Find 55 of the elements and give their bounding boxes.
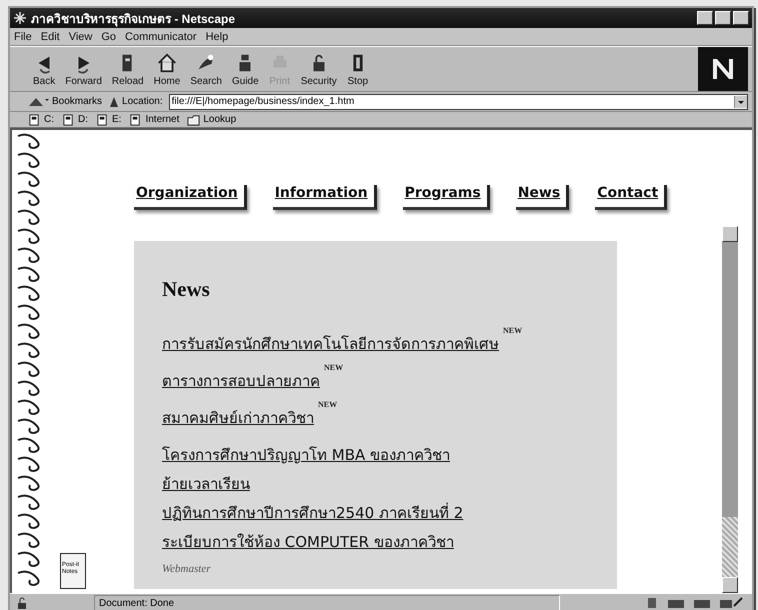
home-icon bbox=[156, 51, 178, 75]
personal-toolbar-link[interactable]: E: bbox=[112, 114, 122, 125]
new-label: NEW bbox=[324, 363, 344, 372]
nav-link[interactable]: Programs bbox=[402, 185, 490, 210]
toolbar-button[interactable]: Forward bbox=[60, 49, 107, 89]
menu-item[interactable]: Help bbox=[206, 30, 228, 42]
news-link[interactable]: สมาคมศิษย์เก่าภาควิชา bbox=[162, 406, 314, 430]
close-button[interactable] bbox=[733, 11, 749, 25]
page-icon bbox=[28, 112, 41, 126]
nav-link[interactable]: Information bbox=[272, 185, 377, 210]
news-link[interactable]: โครงการศึกษาปริญญาโท MBA ของภาควิชา bbox=[162, 443, 450, 467]
toolbar-button[interactable]: Reload bbox=[106, 49, 149, 89]
status-text: Document: Done bbox=[94, 595, 560, 610]
menu-item[interactable]: Communicator bbox=[125, 30, 197, 42]
minimize-button[interactable] bbox=[697, 11, 713, 25]
window-title: ภาควิชาบริหารธุรกิจเกษตร - Netscape bbox=[31, 10, 236, 28]
personal-toolbar-link[interactable]: D: bbox=[78, 114, 88, 125]
toolbar-button[interactable]: Home bbox=[148, 49, 186, 89]
personal-toolbar-link[interactable]: C: bbox=[44, 114, 54, 125]
vertical-scrollbar[interactable] bbox=[722, 226, 738, 593]
bookmarks-icon bbox=[28, 96, 50, 108]
folder-icon bbox=[187, 112, 200, 126]
bookmarks-button[interactable]: Bookmarks bbox=[52, 96, 102, 107]
news-link[interactable]: ระเบียบการใช้ห้อง COMPUTER ของภาควิชา bbox=[162, 530, 454, 554]
menu-item[interactable]: Go bbox=[101, 30, 116, 42]
new-label: NEW bbox=[503, 326, 522, 335]
toolbar-button[interactable]: Stop bbox=[342, 49, 374, 89]
nav-link[interactable]: News bbox=[516, 185, 570, 210]
new-label: NEW bbox=[318, 400, 338, 409]
page-icon bbox=[129, 112, 142, 126]
menu-item[interactable]: File bbox=[14, 30, 32, 42]
news-link[interactable]: การรับสมัครนักศึกษาเทคโนโลยีการจัดการภาคพิเศษ bbox=[162, 332, 499, 356]
nav-link[interactable]: Contact bbox=[595, 185, 668, 210]
maximize-button[interactable] bbox=[715, 11, 731, 25]
toolbar-button[interactable]: Security bbox=[296, 49, 342, 89]
lock-icon bbox=[16, 597, 28, 609]
personal-toolbar-link[interactable]: Internet bbox=[145, 114, 180, 125]
toolbar-button[interactable]: Search bbox=[185, 49, 227, 89]
news-link[interactable]: ปฏิทินการศึกษาปีการศึกษา2540 ภาคเรียนที่ 2 bbox=[162, 501, 464, 525]
page-icon bbox=[62, 112, 75, 126]
news-heading: News bbox=[162, 277, 211, 302]
location-field[interactable]: file:///E|/homepage/business/index_1.htm bbox=[168, 94, 748, 110]
toolbar-button[interactable]: Guide bbox=[227, 49, 264, 89]
app-icon bbox=[13, 11, 27, 25]
menu-item[interactable]: Edit bbox=[40, 30, 60, 42]
toolbar-button[interactable]: Back bbox=[28, 49, 60, 89]
personal-toolbar-link[interactable]: Lookup bbox=[203, 114, 236, 125]
news-link[interactable]: ตารางการสอบปลายภาค bbox=[162, 369, 320, 393]
news-link[interactable]: ย้ายเวลาเรียน bbox=[162, 472, 250, 496]
location-icon bbox=[108, 96, 120, 108]
location-label: Location: bbox=[122, 96, 163, 107]
webmaster-link[interactable]: Webmaster bbox=[162, 563, 210, 576]
menu-item[interactable]: View bbox=[68, 30, 92, 42]
page-icon bbox=[96, 112, 109, 126]
nav-link[interactable]: Organization bbox=[134, 185, 247, 210]
